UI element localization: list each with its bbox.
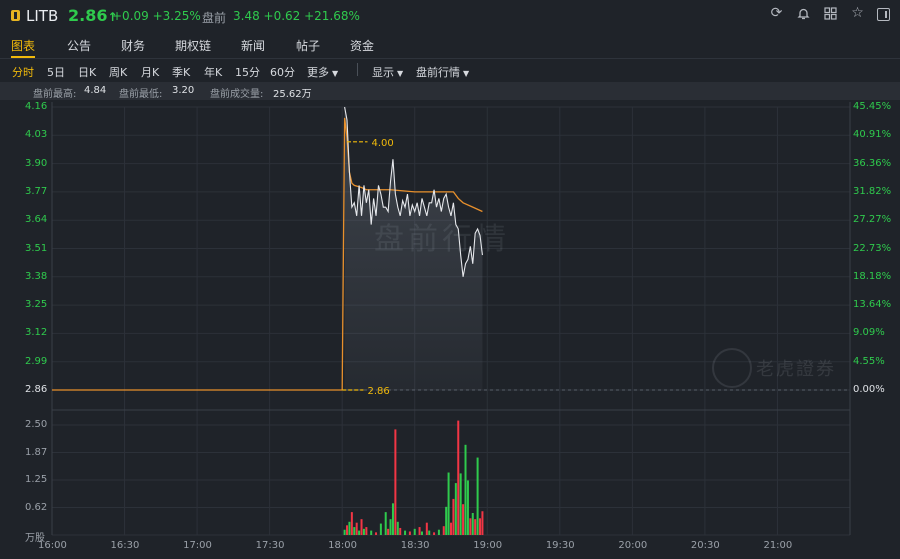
volume-bar: [350, 512, 353, 535]
volume-bar: [399, 527, 402, 535]
volume-bar: [445, 506, 448, 535]
time-tick-label: 16:30: [110, 540, 140, 551]
volume-bar: [464, 444, 467, 535]
price-tick-label: 2.99: [25, 355, 48, 367]
volume-bar: [433, 532, 436, 535]
time-tick-label: 21:00: [763, 540, 793, 551]
percent-tick-label: 4.55%: [853, 355, 885, 367]
volume-tick-label: 1.25: [25, 474, 48, 485]
time-tick-label: 17:30: [255, 540, 285, 551]
volume-bar: [450, 522, 452, 535]
percent-tick-label: 18.18%: [853, 270, 892, 282]
volume-tick-label: 1.87: [25, 446, 48, 458]
percent-tick-label: 27.27%: [853, 214, 892, 226]
watermark-text: 盘前行情: [374, 222, 510, 257]
intraday-chart[interactable]: 4.00 2.86: [0, 0, 900, 559]
price-tick-label: 3.77: [25, 185, 48, 197]
volume-bar: [476, 457, 479, 535]
volume-bar: [379, 523, 382, 535]
high-marker-label: 4.00: [372, 138, 394, 149]
percent-tick-label: 0.00%: [853, 384, 885, 395]
volume-bar: [418, 527, 421, 535]
price-tick-label: 4.03: [25, 129, 48, 141]
price-tick-label: 3.12: [25, 327, 48, 339]
time-tick-label: 19:00: [473, 540, 503, 551]
volume-bar: [481, 511, 484, 535]
time-tick-label: 18:00: [328, 540, 357, 551]
price-tick-label: 4.16: [25, 101, 48, 112]
volume-bar: [479, 518, 482, 535]
volume-bar: [353, 527, 356, 535]
volume-bar: [459, 473, 462, 535]
volume-bar: [442, 526, 445, 535]
volume-bar: [343, 529, 346, 535]
volume-bar: [457, 420, 460, 535]
time-tick-label: 17:00: [183, 540, 212, 551]
time-tick-label: 20:30: [690, 540, 720, 551]
volume-bar: [437, 529, 440, 535]
percent-tick-label: 13.64%: [853, 299, 892, 311]
price-tick-label: 3.64: [25, 214, 48, 226]
time-tick-label: 20:00: [618, 540, 648, 551]
price-tick-label: 3.90: [25, 157, 48, 169]
price-tick-label: 3.51: [25, 242, 48, 254]
brand-watermark: 老虎證券: [756, 359, 836, 380]
time-tick-label: 19:30: [545, 540, 575, 551]
time-tick-label: 16:00: [38, 540, 67, 551]
volume-bar: [387, 528, 390, 535]
volume-bar: [408, 531, 411, 535]
volume-bar: [370, 530, 373, 535]
volume-tick-label: 2.50: [25, 419, 48, 430]
volume-bar: [471, 513, 474, 535]
volume-bar: [466, 480, 469, 535]
volume-bar: [474, 519, 477, 535]
volume-bar: [365, 527, 368, 535]
volume-bar: [469, 518, 472, 535]
percent-tick-label: 9.09%: [853, 327, 885, 339]
volume-bar: [425, 522, 428, 535]
price-tick-label: 3.38: [25, 270, 48, 282]
volume-tick-label: 0.62: [25, 501, 48, 513]
percent-tick-label: 36.36%: [853, 157, 892, 169]
volume-bar: [375, 532, 378, 535]
time-tick-label: 18:30: [400, 540, 430, 551]
volume-bar: [404, 530, 407, 535]
volume-bar: [428, 530, 431, 535]
percent-tick-label: 45.45%: [853, 101, 892, 112]
price-tick-label: 2.86: [25, 384, 48, 395]
percent-tick-label: 31.82%: [853, 185, 892, 197]
volume-bar: [394, 429, 397, 535]
volume-bar: [391, 503, 394, 535]
volume-bar: [348, 521, 351, 535]
volume-bar: [420, 531, 423, 535]
price-tick-label: 3.25: [25, 299, 48, 311]
prev-close-marker-label: 2.86: [368, 386, 390, 397]
volume-bar: [355, 522, 358, 535]
volume-bar: [362, 528, 365, 535]
volume-bar: [389, 519, 392, 535]
volume-bar: [413, 528, 416, 535]
percent-tick-label: 40.91%: [853, 129, 892, 141]
percent-tick-label: 22.73%: [853, 242, 892, 254]
volume-bar: [454, 483, 457, 535]
volume-bar: [384, 512, 387, 535]
volume-bar: [358, 530, 361, 535]
volume-bar: [346, 525, 349, 535]
volume-bar: [462, 504, 465, 535]
tiger-logo-icon: [712, 348, 752, 388]
volume-bar: [396, 521, 399, 535]
volume-bar: [360, 519, 363, 535]
volume-bar: [452, 498, 455, 535]
volume-bar: [447, 472, 450, 535]
